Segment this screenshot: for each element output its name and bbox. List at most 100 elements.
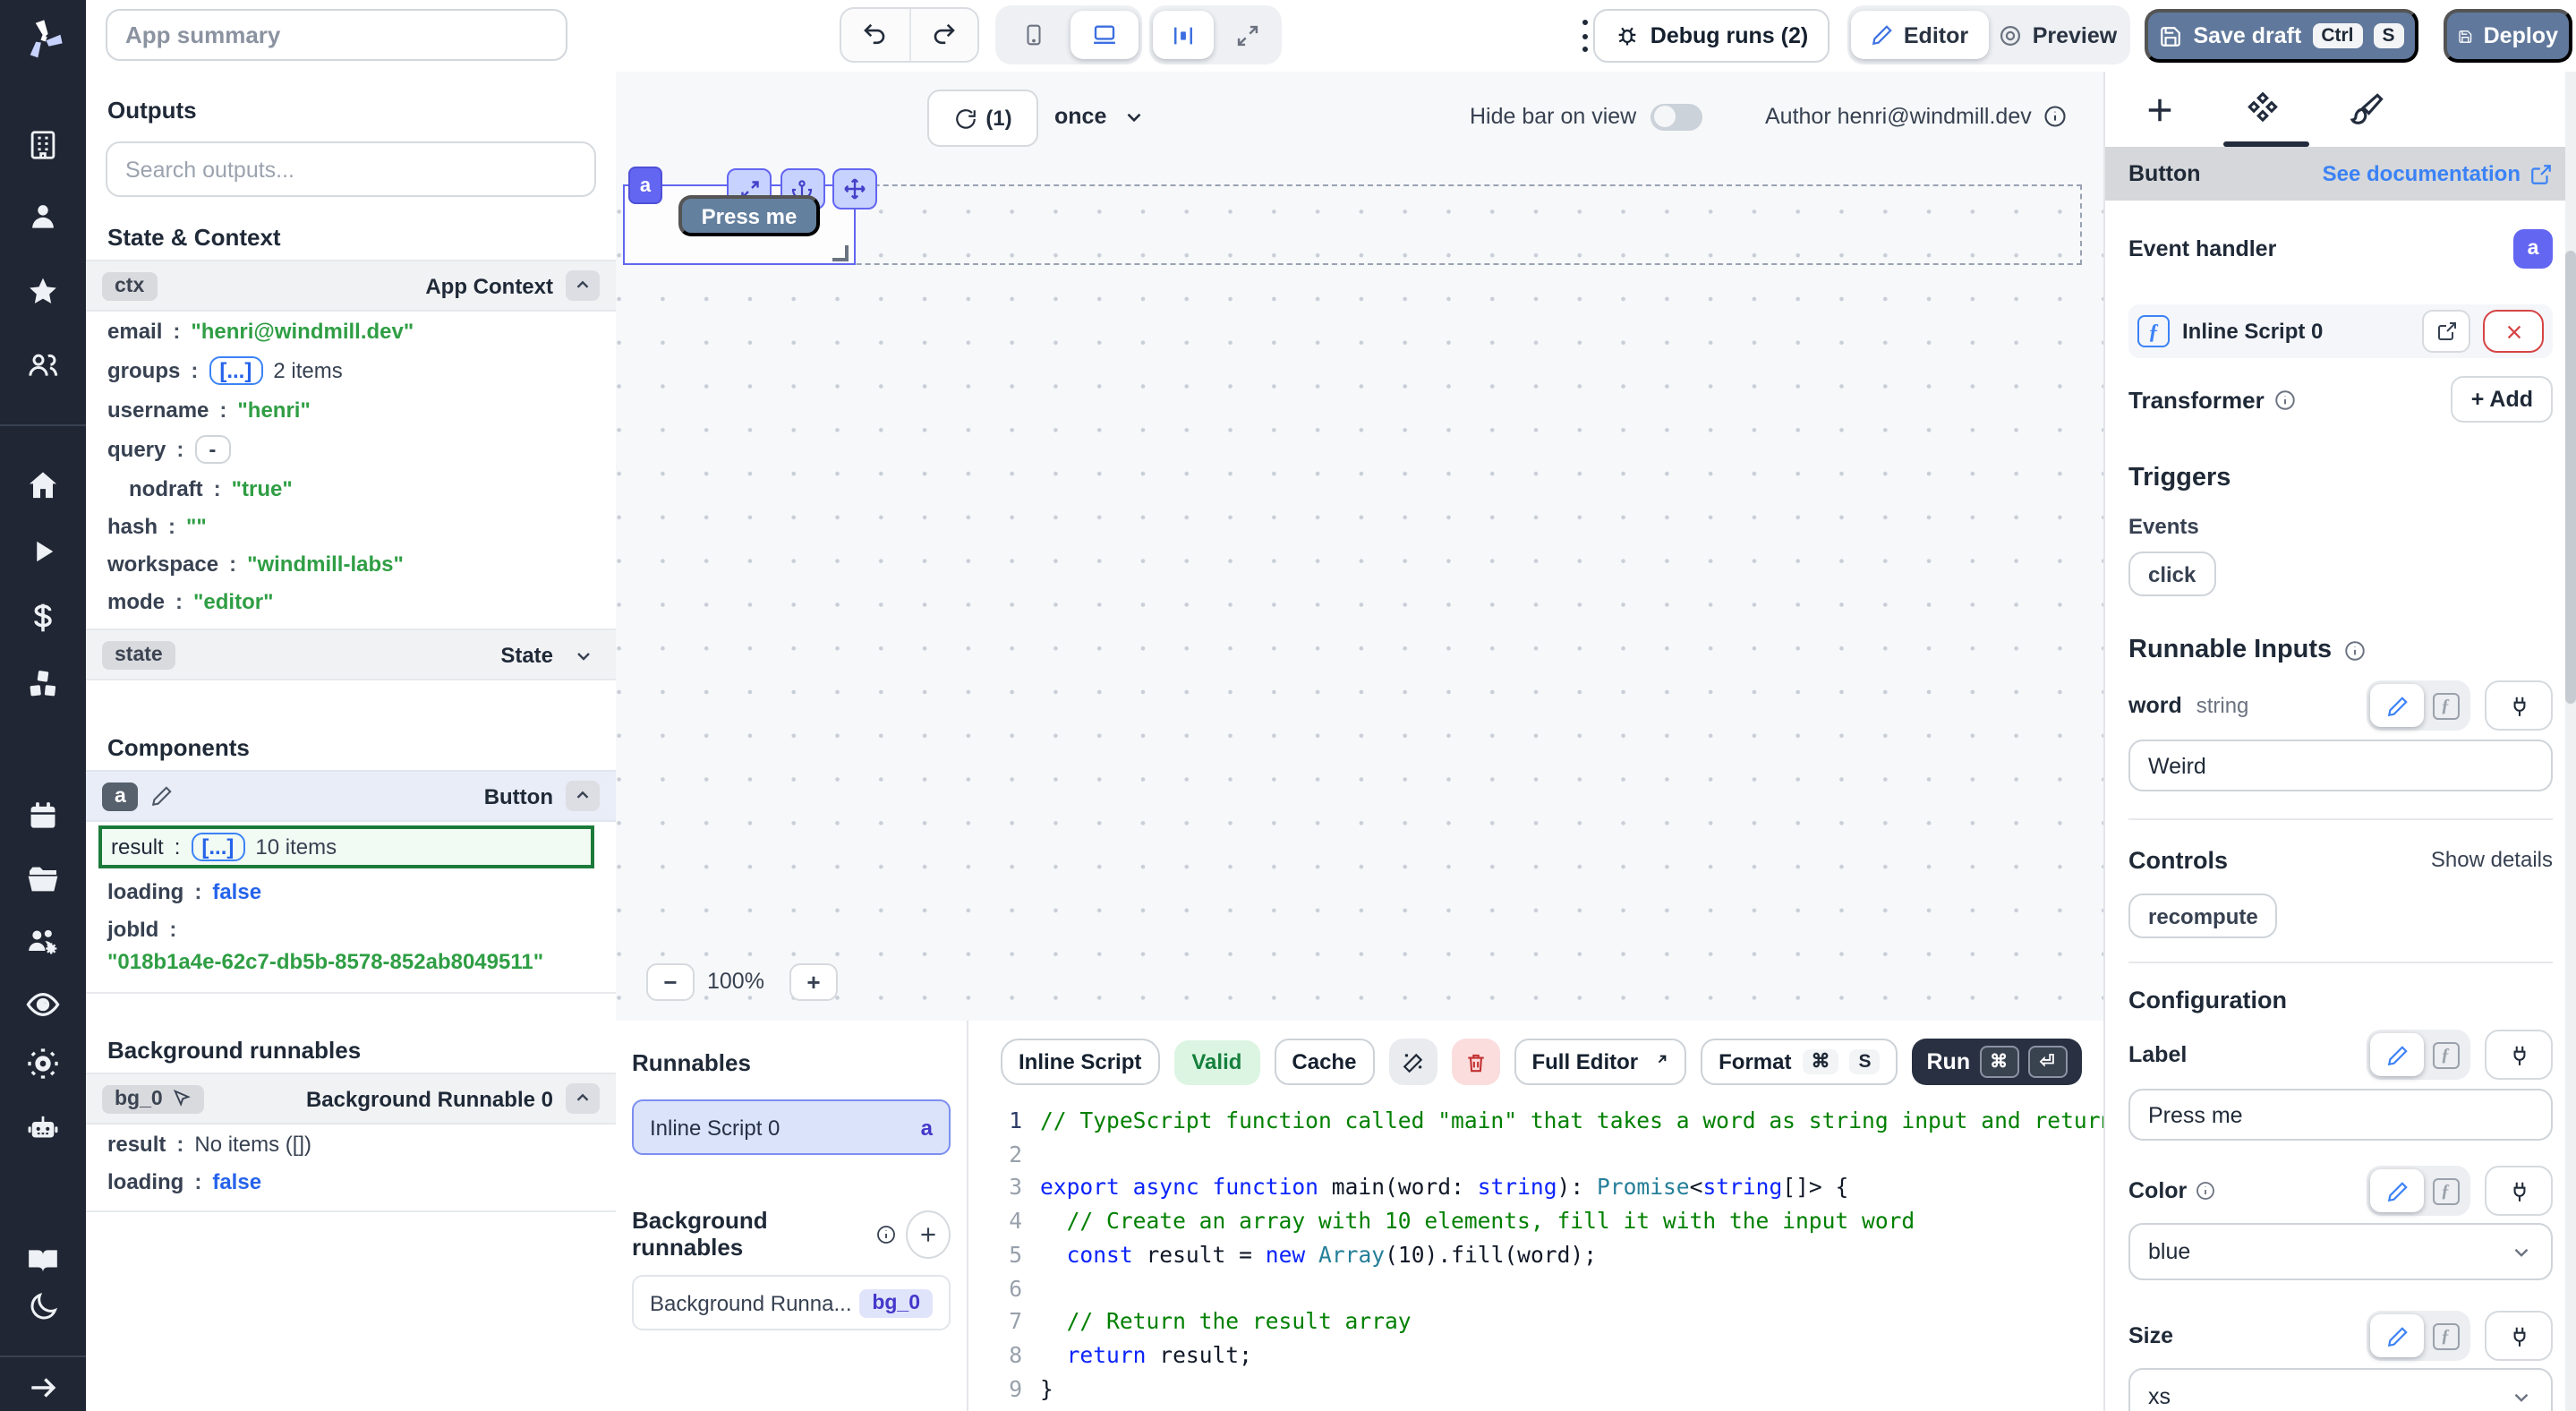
collapse-chevron-up-icon[interactable]	[566, 781, 600, 811]
info-icon[interactable]	[2043, 104, 2068, 129]
desktop-view-button[interactable]	[1070, 11, 1139, 59]
deploy-button[interactable]: Deploy	[2444, 9, 2572, 63]
docs-book-icon[interactable]	[25, 1243, 61, 1278]
dynamic-fx-button[interactable]: ƒ	[2424, 1169, 2467, 1212]
expand-array-chip[interactable]: [...]	[191, 833, 244, 861]
windmill-logo[interactable]	[20, 16, 66, 63]
remove-script-button[interactable]	[2483, 310, 2544, 353]
resize-handle[interactable]	[832, 245, 849, 261]
component-a-header[interactable]: a Button	[86, 770, 616, 822]
search-outputs-input[interactable]	[106, 141, 596, 197]
component-a-jobid-row[interactable]: jobId:	[86, 910, 616, 947]
ctx-row-username[interactable]: username:"henri"	[86, 390, 616, 428]
audit-eye-icon[interactable]	[24, 986, 62, 1023]
app-canvas[interactable]: (1) once Hide bar on view Author henri@w…	[616, 72, 2103, 1022]
dynamic-fx-button[interactable]: ƒ	[2424, 684, 2467, 727]
center-content-button[interactable]	[1153, 11, 1214, 59]
full-editor-button[interactable]: Full Editor	[1514, 1039, 1686, 1085]
scrollbar-track[interactable]	[2565, 72, 2576, 1411]
runnable-item-bg0[interactable]: Background Runna... bg_0	[632, 1275, 951, 1330]
ctx-row-query[interactable]: query:-	[86, 428, 616, 469]
app-summary-input[interactable]	[106, 9, 567, 61]
undo-button[interactable]	[841, 9, 908, 61]
word-value-input[interactable]	[2128, 740, 2553, 791]
canvas-grid[interactable]	[616, 170, 2103, 1021]
collapse-chevron-up-icon[interactable]	[566, 1083, 600, 1114]
expand-array-chip[interactable]: [...]	[209, 355, 262, 384]
connect-plug-button[interactable]	[2485, 1030, 2553, 1080]
see-documentation-link[interactable]: See documentation	[2323, 161, 2553, 186]
delete-script-button[interactable]	[1451, 1039, 1499, 1085]
static-pencil-button[interactable]	[2370, 684, 2424, 727]
static-pencil-button[interactable]	[2370, 1169, 2424, 1212]
folders-icon[interactable]	[25, 861, 61, 897]
ctx-row-groups[interactable]: groups:[...]2 items	[86, 349, 616, 390]
add-transformer-button[interactable]: + Add	[2452, 376, 2553, 423]
runs-play-icon[interactable]	[27, 535, 59, 568]
label-value-input[interactable]	[2128, 1089, 2553, 1141]
size-select[interactable]: xs	[2128, 1368, 2553, 1411]
info-icon[interactable]	[2342, 638, 2366, 662]
show-details-link[interactable]: Show details	[2431, 847, 2553, 872]
collapse-chevron-up-icon[interactable]	[566, 270, 600, 301]
ctx-row-nodraft[interactable]: nodraft:"true"	[86, 469, 616, 507]
cache-button[interactable]: Cache	[1274, 1039, 1374, 1085]
press-me-button[interactable]: Press me	[678, 195, 820, 236]
info-icon[interactable]	[875, 1222, 897, 1245]
collapse-arrow-right-icon[interactable]	[26, 1371, 60, 1405]
editor-tab[interactable]: Editor	[1851, 11, 1989, 59]
move-component-handle[interactable]	[832, 168, 877, 210]
bg0-loading-row[interactable]: loading:false	[86, 1162, 616, 1200]
info-icon[interactable]	[2194, 1180, 2215, 1201]
save-draft-button[interactable]: Save draft Ctrl S	[2145, 9, 2418, 63]
expand-object-chip[interactable]: -	[194, 434, 230, 463]
ai-wand-button[interactable]	[1388, 1039, 1437, 1085]
color-select[interactable]: blue	[2128, 1223, 2553, 1280]
schedules-calendar-icon[interactable]	[26, 800, 60, 834]
open-script-button[interactable]	[2422, 310, 2470, 353]
static-pencil-button[interactable]	[2370, 1033, 2424, 1076]
favorites-star-icon[interactable]	[25, 274, 61, 310]
click-event-chip[interactable]: click	[2128, 552, 2215, 596]
mobile-view-button[interactable]	[999, 11, 1067, 59]
variables-dollar-icon[interactable]	[25, 600, 61, 636]
groups-icon[interactable]	[25, 347, 61, 383]
redo-button[interactable]	[908, 9, 977, 61]
ctx-row-email[interactable]: email:"henri@windmill.dev"	[86, 312, 616, 349]
fullscreen-button[interactable]	[1217, 11, 1278, 59]
connect-plug-button[interactable]	[2485, 1311, 2553, 1361]
recompute-chip[interactable]: recompute	[2128, 894, 2278, 938]
ctx-row-workspace[interactable]: workspace:"windmill-labs"	[86, 544, 616, 582]
refresh-frequency-dropdown[interactable]: once	[1054, 90, 1146, 143]
rename-pencil-icon[interactable]	[151, 784, 175, 808]
code-lines[interactable]: // TypeScript function called "main" tha…	[1040, 1105, 2103, 1411]
format-button[interactable]: Format ⌘ S	[1701, 1039, 1898, 1085]
debug-runs-button[interactable]: Debug runs (2)	[1593, 9, 1830, 63]
bg0-result-row[interactable]: result:No items ([])	[86, 1125, 616, 1162]
refresh-button[interactable]: (1)	[927, 90, 1038, 147]
settings-gear-icon[interactable]	[25, 1046, 61, 1082]
info-icon[interactable]	[2273, 388, 2297, 411]
ctx-row-mode[interactable]: mode:"editor"	[86, 582, 616, 620]
component-a-loading-row[interactable]: loading:false	[86, 872, 616, 910]
styling-brush-tab[interactable]	[2347, 90, 2384, 128]
home-icon[interactable]	[25, 467, 61, 503]
workers-users-gear-icon[interactable]	[25, 924, 61, 960]
ctx-row-hash[interactable]: hash:""	[86, 507, 616, 544]
hide-bar-toggle[interactable]	[1651, 103, 1702, 130]
resources-cubes-icon[interactable]	[25, 666, 61, 702]
inline-script-tab[interactable]: Inline Script	[1001, 1039, 1159, 1085]
static-pencil-button[interactable]	[2370, 1314, 2424, 1357]
ai-robot-icon[interactable]	[24, 1109, 62, 1147]
user-icon[interactable]	[26, 200, 60, 234]
runnable-item-inline-script-0[interactable]: Inline Script 0 a	[632, 1099, 951, 1155]
ctx-header[interactable]: ctx App Context	[86, 260, 616, 312]
connect-plug-button[interactable]	[2485, 680, 2553, 731]
connect-plug-button[interactable]	[2485, 1166, 2553, 1216]
attached-script-row[interactable]: ƒ Inline Script 0	[2128, 304, 2553, 358]
zoom-in-button[interactable]: +	[789, 963, 838, 1001]
scrollbar-thumb[interactable]	[2565, 251, 2576, 704]
workspace-icon[interactable]	[26, 128, 60, 162]
insert-component-tab[interactable]	[2141, 90, 2179, 128]
add-background-runnable-button[interactable]	[906, 1210, 951, 1258]
